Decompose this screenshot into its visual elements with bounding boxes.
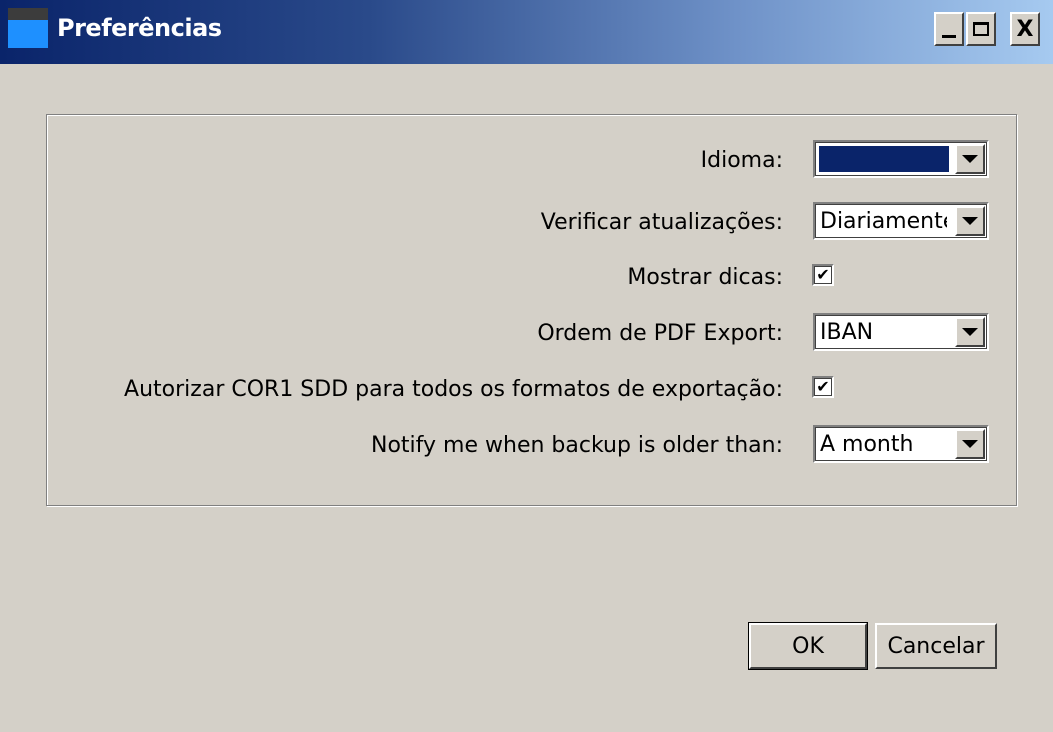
title-bar[interactable]: Preferências X bbox=[0, 0, 1053, 64]
show-tips-label: Mostrar dicas: bbox=[627, 265, 783, 290]
checkmark-icon: ✔ bbox=[816, 377, 830, 396]
authorize-cor1-checkbox[interactable]: ✔ bbox=[812, 376, 834, 398]
language-dropdown-button[interactable] bbox=[955, 144, 985, 174]
ok-button[interactable]: OK bbox=[748, 622, 868, 670]
chevron-down-icon bbox=[962, 328, 978, 336]
language-label: Idioma: bbox=[700, 148, 783, 173]
language-combo[interactable] bbox=[813, 140, 989, 178]
authorize-cor1-label: Autorizar COR1 SDD para todos os formato… bbox=[124, 377, 783, 402]
check-updates-combo[interactable]: Diariamente bbox=[813, 202, 989, 240]
chevron-down-icon bbox=[962, 440, 978, 448]
chevron-down-icon bbox=[962, 217, 978, 225]
pdf-export-order-value: IBAN bbox=[820, 320, 874, 345]
chevron-down-icon bbox=[962, 155, 978, 163]
show-tips-checkbox[interactable]: ✔ bbox=[812, 264, 834, 286]
backup-notify-dropdown-button[interactable] bbox=[955, 429, 985, 459]
pdf-export-order-combo[interactable]: IBAN bbox=[813, 313, 989, 351]
backup-notify-label: Notify me when backup is older than: bbox=[371, 433, 783, 458]
window-title: Preferências bbox=[57, 14, 222, 42]
app-icon bbox=[8, 8, 48, 48]
maximize-icon bbox=[973, 22, 989, 36]
check-updates-label: Verificar atualizações: bbox=[540, 210, 783, 235]
close-button[interactable]: X bbox=[1010, 12, 1040, 46]
maximize-button[interactable] bbox=[966, 12, 996, 46]
pdf-export-order-dropdown-button[interactable] bbox=[955, 317, 985, 347]
checkmark-icon: ✔ bbox=[816, 265, 830, 284]
minimize-button[interactable] bbox=[934, 12, 964, 46]
language-value bbox=[819, 146, 949, 172]
minimize-icon bbox=[942, 34, 956, 38]
backup-notify-value: A month bbox=[820, 432, 914, 457]
pdf-export-order-label: Ordem de PDF Export: bbox=[537, 321, 783, 346]
cancel-button[interactable]: Cancelar bbox=[875, 623, 997, 669]
check-updates-dropdown-button[interactable] bbox=[955, 206, 985, 236]
close-icon: X bbox=[1016, 16, 1034, 42]
backup-notify-combo[interactable]: A month bbox=[813, 425, 989, 463]
check-updates-value: Diariamente bbox=[820, 209, 947, 234]
